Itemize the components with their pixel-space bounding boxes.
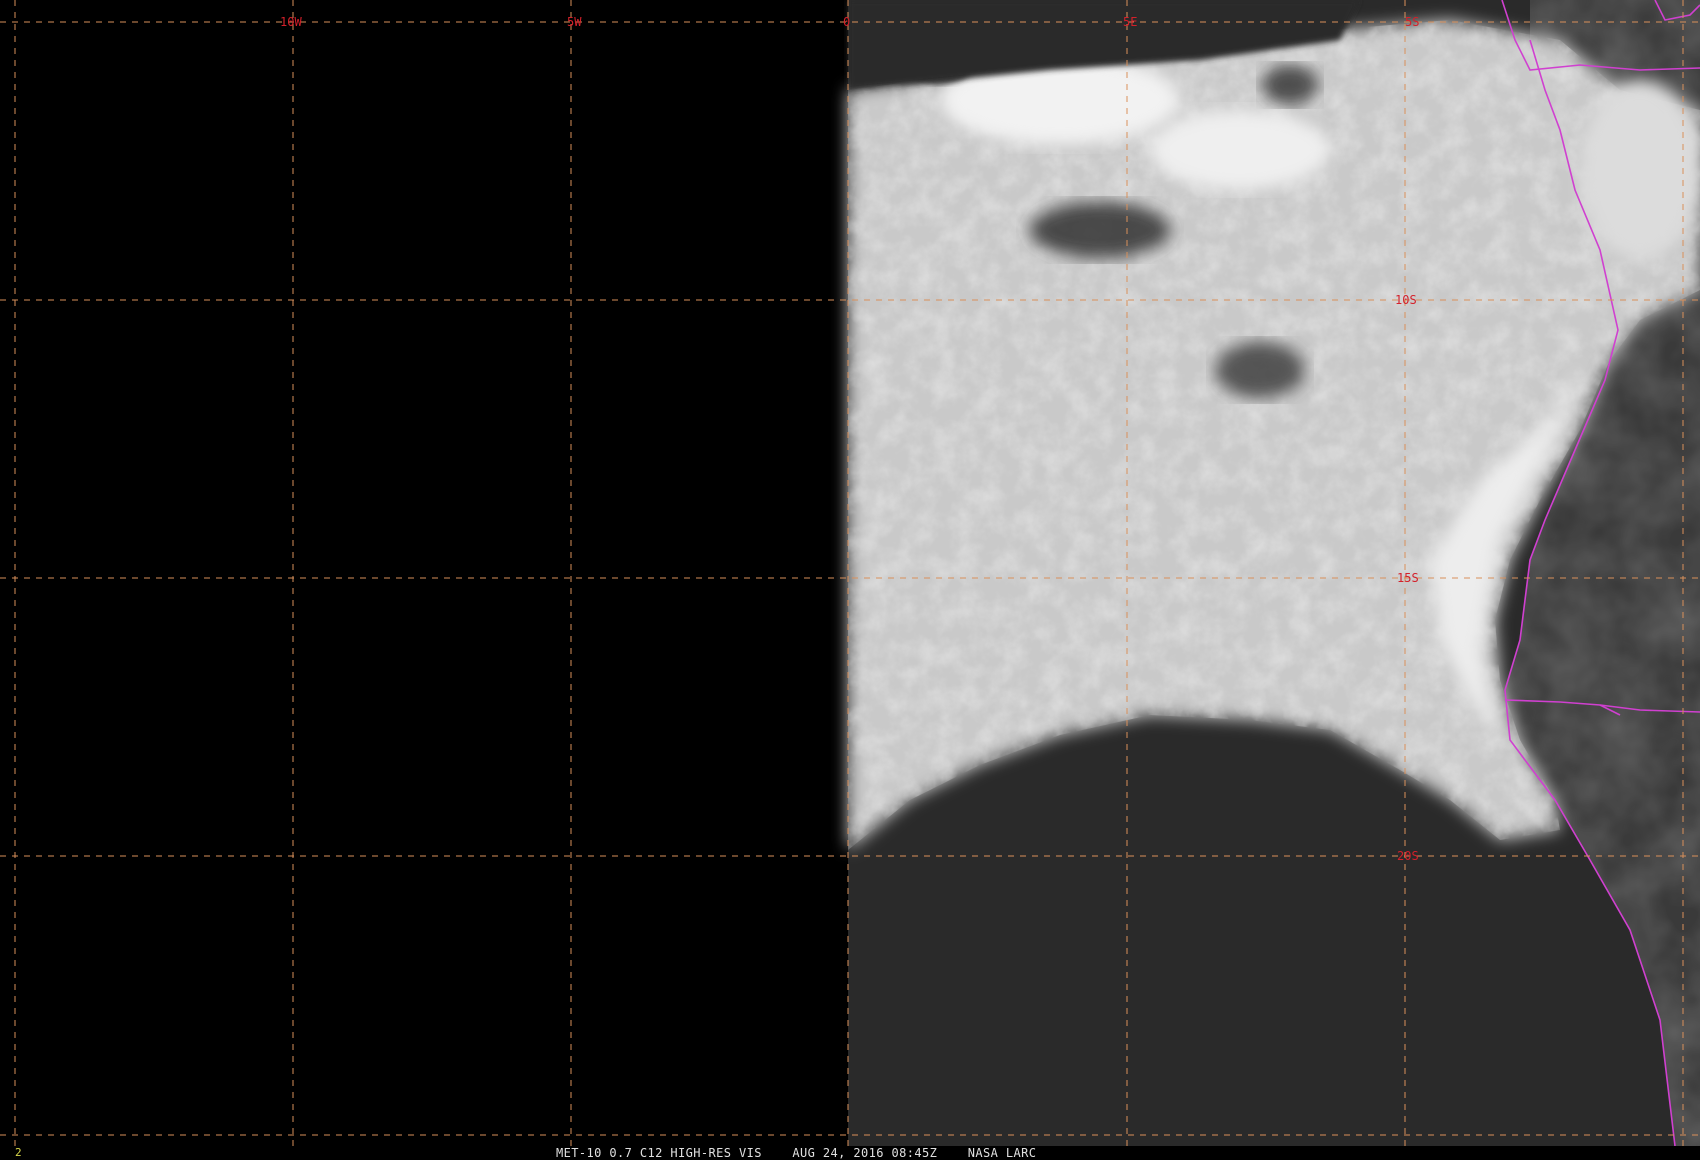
lon-label-10w: 10W	[280, 15, 302, 29]
lat-label-15s: 15S	[1397, 571, 1419, 585]
satellite-image: 10W 5W 0 5E 5S 10S 15S 20S	[0, 0, 1700, 1147]
product-name: MET-10 0.7 C12 HIGH-RES VIS	[556, 1146, 762, 1160]
satellite-map-viewer: 10W 5W 0 5E 5S 10S 15S 20S 2 MET-10 0.7 …	[0, 0, 1700, 1160]
product-caption: MET-10 0.7 C12 HIGH-RES VIS AUG 24, 2016…	[556, 1146, 1036, 1160]
frame-number: 2	[15, 1146, 22, 1159]
image-source: NASA LARC	[967, 1146, 1037, 1160]
image-datetime: AUG 24, 2016 08:45Z	[792, 1146, 938, 1160]
lat-label-20s: 20S	[1397, 849, 1419, 863]
lat-label-10s: 10S	[1395, 293, 1417, 307]
lon-label-0: 0	[843, 15, 850, 29]
no-data-area	[0, 0, 848, 1146]
lon-label-5w: 5W	[567, 15, 582, 29]
status-bar: 2 MET-10 0.7 C12 HIGH-RES VIS AUG 24, 20…	[0, 1146, 1700, 1160]
lat-label-5s: 5S	[1405, 15, 1419, 29]
lon-label-5e: 5E	[1123, 15, 1137, 29]
